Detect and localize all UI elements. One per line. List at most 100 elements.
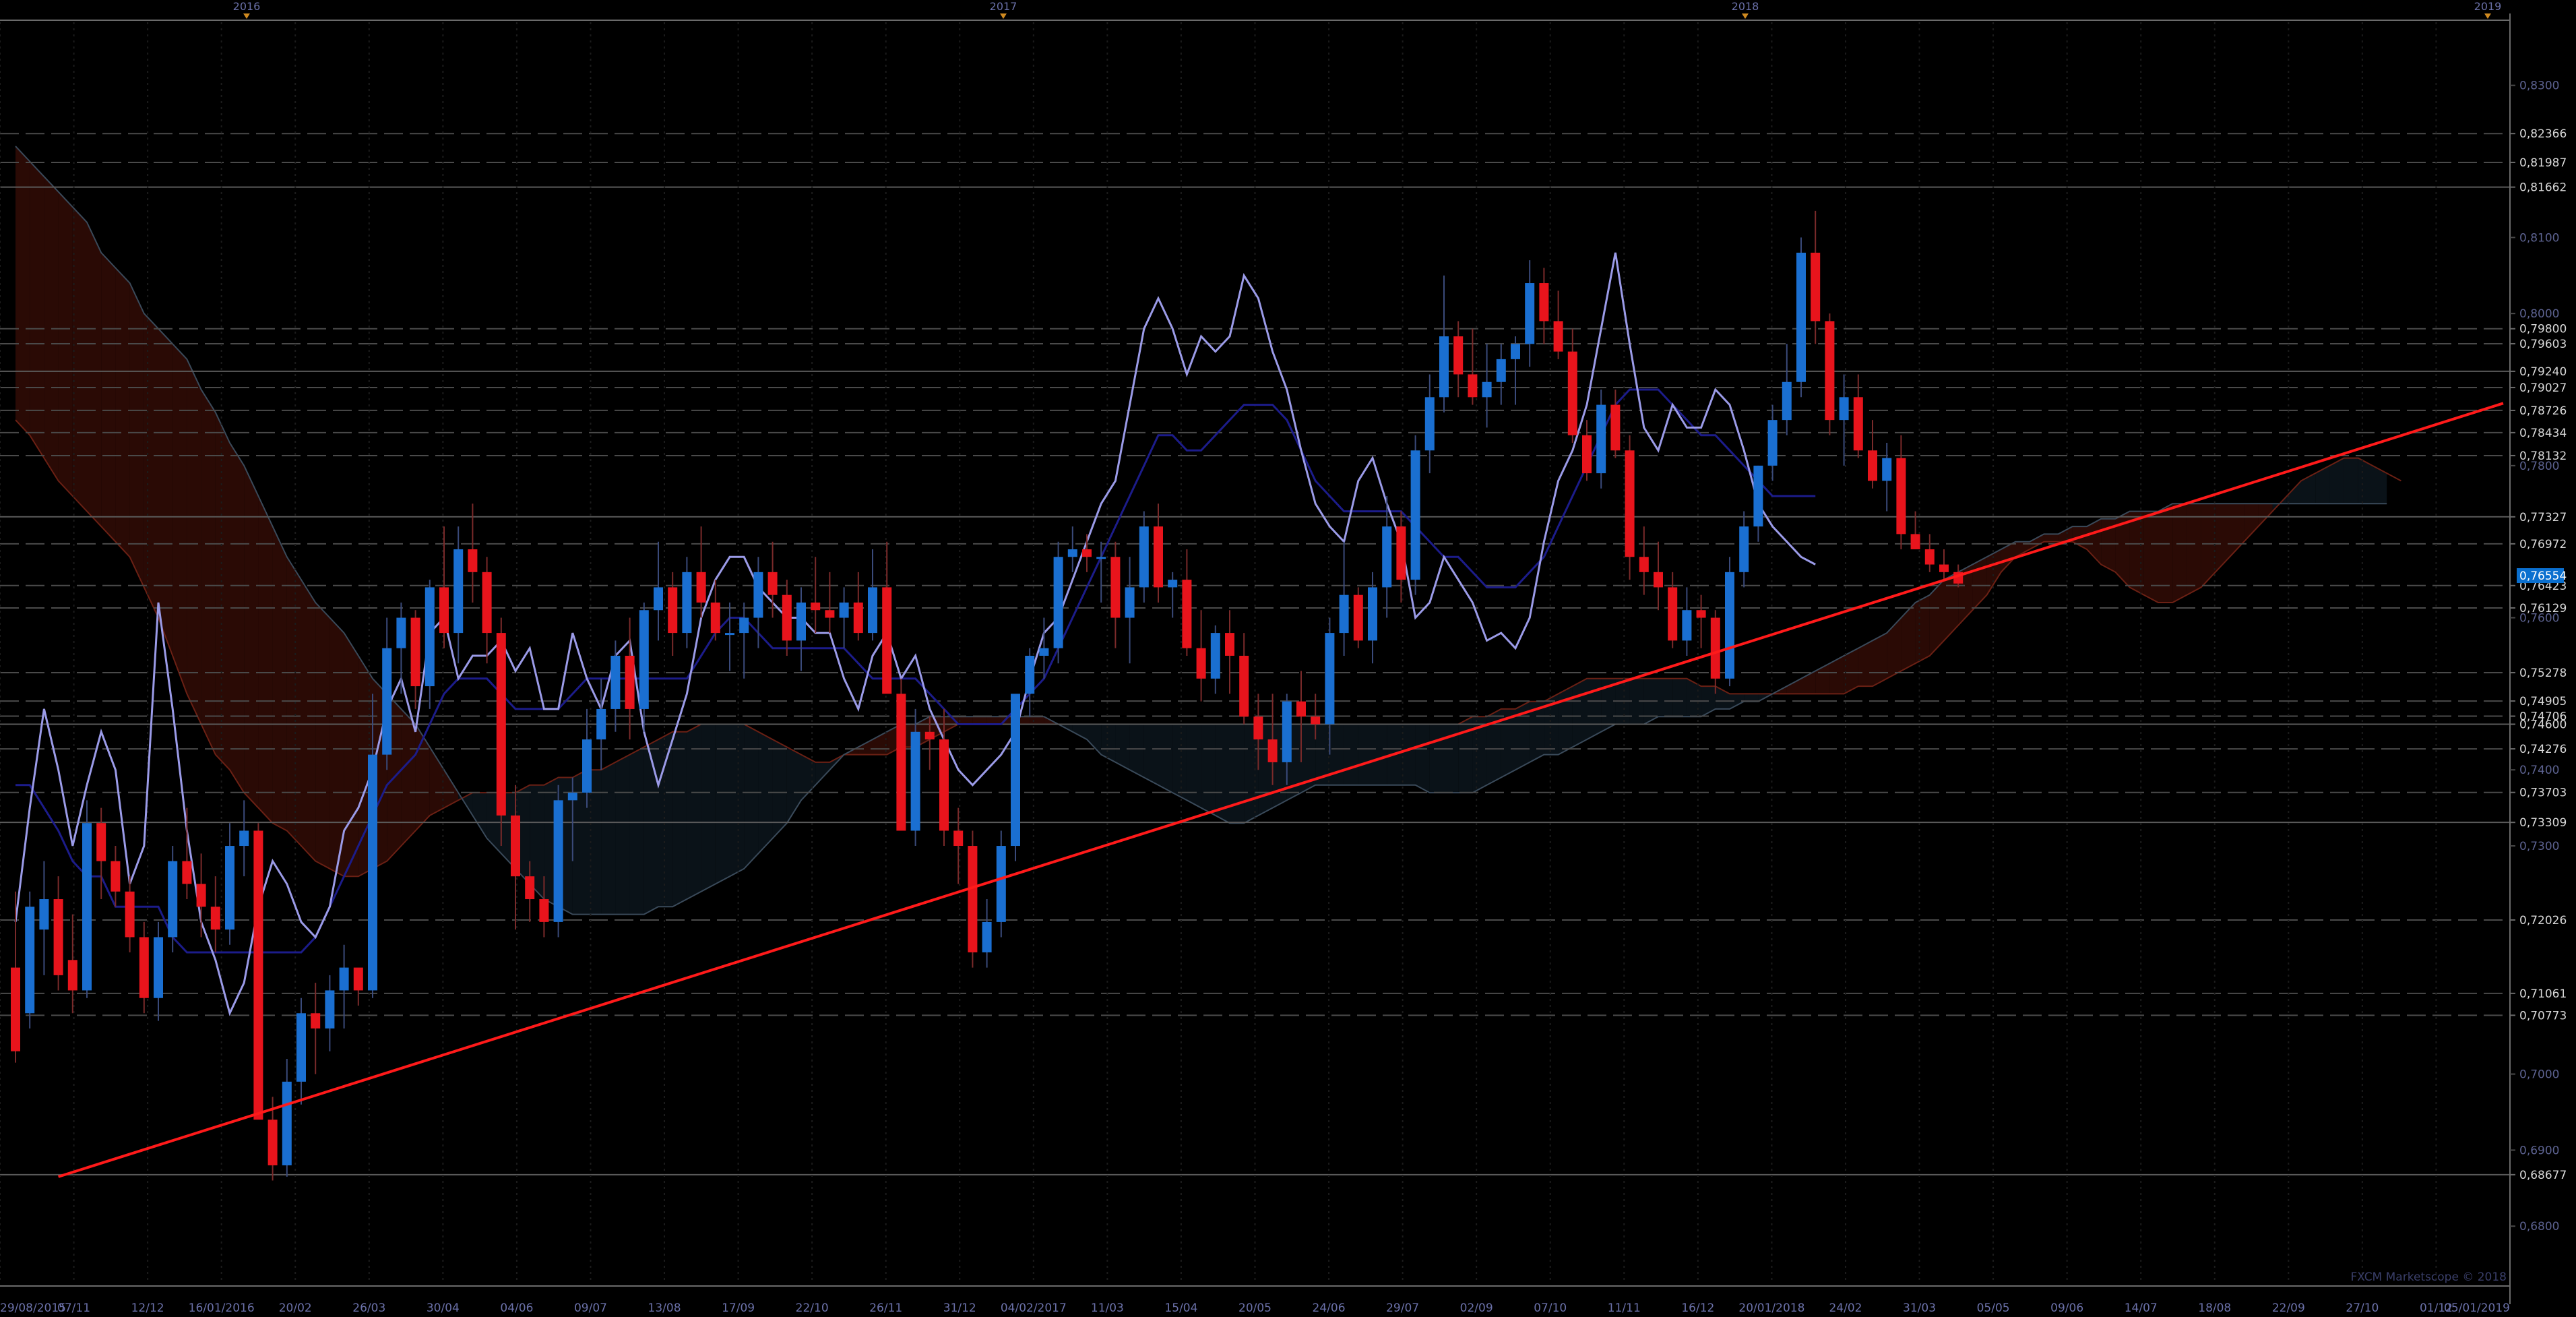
candle-body[interactable] bbox=[1253, 716, 1263, 740]
candle-body[interactable] bbox=[868, 587, 877, 634]
candle-body[interactable] bbox=[1382, 526, 1392, 588]
candle-body[interactable] bbox=[196, 884, 206, 907]
candle-body[interactable] bbox=[53, 899, 63, 975]
candle-body[interactable] bbox=[511, 815, 520, 877]
candle-body[interactable] bbox=[825, 610, 835, 618]
candle-body[interactable] bbox=[1025, 655, 1035, 694]
candle-body[interactable] bbox=[1610, 404, 1621, 451]
candle-body[interactable] bbox=[139, 937, 149, 998]
candle-body[interactable] bbox=[639, 610, 649, 709]
candle-body[interactable] bbox=[924, 731, 935, 740]
candle-body[interactable] bbox=[168, 861, 178, 938]
candle[interactable] bbox=[1053, 541, 1063, 664]
candle-body[interactable] bbox=[1539, 283, 1549, 321]
candle-body[interactable] bbox=[210, 907, 220, 930]
candle-body[interactable] bbox=[1439, 336, 1449, 398]
candle-body[interactable] bbox=[1011, 694, 1020, 847]
candle-body[interactable] bbox=[1910, 534, 1920, 549]
candle-body[interactable] bbox=[353, 967, 363, 991]
candle-body[interactable] bbox=[325, 990, 335, 1029]
candle-body[interactable] bbox=[654, 587, 663, 611]
candle-body[interactable] bbox=[11, 967, 20, 1051]
candle-body[interactable] bbox=[1868, 450, 1877, 481]
candle-body[interactable] bbox=[268, 1120, 278, 1165]
candle-body[interactable] bbox=[1696, 610, 1706, 618]
candle-body[interactable] bbox=[1525, 283, 1535, 344]
candle-body[interactable] bbox=[882, 587, 892, 694]
candle-body[interactable] bbox=[253, 830, 263, 1120]
candle-body[interactable] bbox=[1710, 617, 1720, 679]
candle[interactable] bbox=[1825, 313, 1835, 435]
candle[interactable] bbox=[968, 830, 978, 968]
candle-body[interactable] bbox=[1368, 587, 1377, 641]
candle-body[interactable] bbox=[1939, 564, 1949, 572]
candle-body[interactable] bbox=[1325, 633, 1335, 725]
candle-body[interactable] bbox=[1210, 633, 1220, 679]
candle-body[interactable] bbox=[1496, 359, 1506, 382]
candle-body[interactable] bbox=[182, 861, 192, 884]
candle[interactable] bbox=[996, 830, 1006, 938]
candle-body[interactable] bbox=[982, 921, 992, 953]
candle-body[interactable] bbox=[1082, 549, 1092, 557]
candle-body[interactable] bbox=[1682, 610, 1692, 641]
candle-body[interactable] bbox=[1668, 587, 1678, 641]
candle-body[interactable] bbox=[1424, 397, 1435, 451]
candle-body[interactable] bbox=[396, 617, 406, 648]
candle-body[interactable] bbox=[453, 549, 464, 634]
candle-body[interactable] bbox=[767, 572, 778, 595]
candle[interactable] bbox=[896, 678, 906, 831]
candle-body[interactable] bbox=[739, 617, 749, 634]
candle-body[interactable] bbox=[682, 572, 692, 634]
candle-body[interactable] bbox=[339, 967, 349, 991]
candle-body[interactable] bbox=[1396, 526, 1406, 580]
candle-body[interactable] bbox=[811, 602, 821, 611]
candle-body[interactable] bbox=[482, 572, 492, 634]
candle-body[interactable] bbox=[382, 648, 392, 755]
candle-body[interactable] bbox=[1196, 648, 1206, 679]
candle[interactable] bbox=[1796, 237, 1806, 398]
candle-body[interactable] bbox=[1553, 321, 1563, 352]
candle-body[interactable] bbox=[853, 602, 863, 634]
candle-body[interactable] bbox=[1139, 526, 1149, 588]
candle-body[interactable] bbox=[553, 800, 563, 922]
candle-body[interactable] bbox=[1296, 701, 1306, 717]
candle-body[interactable] bbox=[1110, 557, 1121, 618]
candle-body[interactable] bbox=[1267, 739, 1278, 762]
candle-body[interactable] bbox=[953, 830, 964, 847]
candle-body[interactable] bbox=[1311, 716, 1321, 725]
candle-body[interactable] bbox=[1654, 572, 1663, 588]
candle-body[interactable] bbox=[1853, 397, 1863, 451]
candle-body[interactable] bbox=[111, 861, 121, 892]
candlestick-chart[interactable]: 29/08/201507/11 12/12 16/01/2016 20/02 26/03… bbox=[0, 0, 2576, 1317]
candle[interactable] bbox=[168, 846, 178, 953]
candle-body[interactable] bbox=[1282, 701, 1292, 762]
candle-body[interactable] bbox=[1596, 404, 1606, 474]
candle-body[interactable] bbox=[1154, 526, 1163, 588]
candle-body[interactable] bbox=[1739, 526, 1749, 572]
candle-body[interactable] bbox=[1767, 420, 1778, 466]
candle-body[interactable] bbox=[1468, 374, 1478, 398]
candle[interactable] bbox=[1353, 587, 1363, 648]
candle-body[interactable] bbox=[968, 846, 978, 953]
candle-body[interactable] bbox=[610, 655, 621, 709]
candle-body[interactable] bbox=[1453, 336, 1464, 375]
candle-body[interactable] bbox=[910, 731, 920, 831]
candle-body[interactable] bbox=[439, 587, 449, 634]
candle-body[interactable] bbox=[1582, 435, 1592, 474]
candle-body[interactable] bbox=[896, 694, 906, 831]
candle[interactable] bbox=[553, 785, 563, 938]
candle-body[interactable] bbox=[796, 602, 806, 641]
candle-body[interactable] bbox=[1839, 397, 1849, 421]
candle-body[interactable] bbox=[1353, 594, 1363, 641]
candle-body[interactable] bbox=[1225, 633, 1234, 656]
candle-body[interactable] bbox=[67, 960, 77, 991]
candle-body[interactable] bbox=[1168, 580, 1178, 588]
candle-body[interactable] bbox=[1782, 381, 1792, 421]
candle-body[interactable] bbox=[96, 823, 106, 861]
candle-body[interactable] bbox=[1410, 450, 1420, 580]
candle-body[interactable] bbox=[25, 907, 35, 1014]
candle-body[interactable] bbox=[1067, 549, 1077, 557]
candle[interactable] bbox=[1725, 557, 1734, 687]
candle-body[interactable] bbox=[567, 793, 577, 801]
candle-body[interactable] bbox=[1625, 450, 1635, 557]
